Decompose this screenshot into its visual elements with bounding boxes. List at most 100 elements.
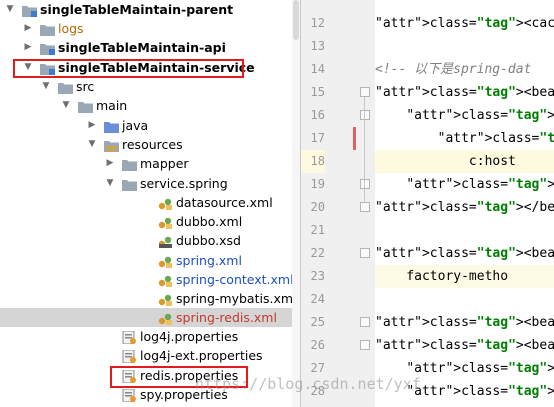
code-line[interactable]: "attr">class="tag"></bean"attr">class="t… bbox=[375, 196, 554, 219]
code-line[interactable]: factory-metho bbox=[375, 265, 554, 288]
tree-item[interactable]: log4j-ext.properties bbox=[0, 346, 300, 365]
module-folder-icon bbox=[40, 41, 55, 55]
tree-item-label: datasource.xml bbox=[176, 195, 273, 210]
tree-item[interactable]: dubbo.xsd bbox=[0, 231, 300, 250]
fold-marker-icon[interactable] bbox=[360, 317, 370, 327]
tree-item[interactable]: dubbo.xml bbox=[0, 212, 300, 231]
chevron-right-icon[interactable]: ▶ bbox=[22, 38, 34, 57]
fold-guide bbox=[364, 97, 365, 202]
tree-item[interactable]: spring.xml bbox=[0, 251, 300, 270]
code-editor[interactable]: "attr">class="tag"><cache:annotation-di <… bbox=[375, 0, 554, 407]
folder-icon bbox=[78, 99, 93, 113]
code-line[interactable]: "attr">class="tag"><bean "attr">class= bbox=[375, 127, 554, 150]
chevron-down-icon[interactable]: ▼ bbox=[60, 96, 72, 115]
watermark: https://blog.csdn.net/yxf bbox=[195, 375, 421, 393]
tree-item-label: src bbox=[76, 79, 95, 94]
properties-file-icon bbox=[122, 330, 137, 345]
tree-item[interactable]: ▶ mapper bbox=[0, 154, 300, 173]
line-number: 24 bbox=[310, 292, 325, 306]
line-number: 20 bbox=[310, 200, 325, 214]
folder-icon bbox=[40, 22, 55, 36]
xml-file-icon bbox=[158, 273, 173, 287]
code-line[interactable]: "attr">class="tag"><cache:annotation-di bbox=[375, 12, 554, 35]
tree-item[interactable]: datasource.xml bbox=[0, 193, 300, 212]
code-line[interactable]: "attr">class="tag"></constructor-ar bbox=[375, 173, 554, 196]
code-line-text: "attr">class="tag"></constructor-ar bbox=[406, 177, 554, 192]
line-number: 25 bbox=[310, 315, 325, 329]
fold-marker-icon[interactable] bbox=[360, 202, 370, 212]
chevron-right-icon[interactable]: ▶ bbox=[22, 19, 34, 38]
tree-item-label: log4j.properties bbox=[140, 329, 239, 344]
line-number: 18 bbox=[301, 150, 325, 173]
chevron-down-icon[interactable]: ▼ bbox=[86, 135, 98, 154]
code-line-text: "attr">class="tag"><bean "attr">id="redi… bbox=[375, 246, 554, 261]
tree-item[interactable]: ▶ logs bbox=[0, 19, 300, 38]
chevron-down-icon[interactable]: ▼ bbox=[104, 174, 116, 193]
code-line-text: "attr">class="tag"><property "attr">name… bbox=[406, 361, 554, 376]
code-line[interactable]: "attr">class="tag"><bean "attr">id="jedi… bbox=[375, 81, 554, 104]
chevron-right-icon[interactable]: ▶ bbox=[86, 116, 98, 135]
tree-item-label: spring-context.xml bbox=[176, 272, 294, 287]
tree-item-label: dubbo.xml bbox=[176, 214, 243, 229]
xml-file-icon bbox=[158, 311, 173, 325]
tree-scrollbar[interactable] bbox=[292, 0, 300, 407]
tree-item[interactable]: ▼ singleTableMaintain-parent bbox=[0, 0, 300, 19]
tree-item[interactable]: log4j.properties bbox=[0, 327, 300, 346]
tree-item-label: log4j-ext.properties bbox=[140, 348, 263, 363]
code-line-text: "attr">class="tag"><constructor-arg bbox=[406, 108, 554, 123]
code-line-text: "attr">class="tag"></bean"attr">class="t… bbox=[375, 200, 554, 215]
line-number: 13 bbox=[310, 39, 325, 53]
tree-item[interactable]: ▼ service.spring bbox=[0, 174, 300, 193]
xml-file-icon bbox=[158, 254, 173, 268]
fold-marker-icon[interactable] bbox=[360, 340, 370, 350]
source-folder-icon bbox=[104, 119, 119, 133]
line-number: 22 bbox=[310, 246, 325, 260]
code-line-text: "attr">class="tag"><bean "attr">id="jedi… bbox=[375, 85, 554, 100]
fold-marker-icon[interactable] bbox=[360, 110, 370, 120]
code-line[interactable]: <!-- 以下是spring-dat bbox=[375, 58, 531, 81]
highlight-box-service-module bbox=[13, 59, 244, 78]
tree-item-label: mapper bbox=[140, 156, 189, 171]
chevron-right-icon[interactable]: ▶ bbox=[104, 154, 116, 173]
line-number: 12 bbox=[310, 16, 325, 30]
code-line-text: c:host bbox=[375, 154, 516, 169]
line-number: 17 bbox=[310, 131, 325, 145]
line-number: 16 bbox=[310, 108, 325, 122]
chevron-down-icon[interactable]: ▼ bbox=[40, 77, 52, 96]
code-line-text: <!-- 以下是spring-dat bbox=[375, 62, 532, 77]
tree-item[interactable]: ▼ resources bbox=[0, 135, 300, 154]
fold-marker-icon[interactable] bbox=[360, 87, 370, 97]
xml-file-icon bbox=[158, 196, 173, 210]
tree-item-label: spring-mybatis.xml bbox=[176, 291, 297, 306]
tree-item-label: service.spring bbox=[140, 176, 228, 191]
tree-scrollbar-thumb[interactable] bbox=[293, 0, 299, 40]
tree-item-label: spring.xml bbox=[176, 253, 242, 268]
fold-marker-icon[interactable] bbox=[360, 248, 370, 258]
folder-icon bbox=[122, 157, 137, 171]
properties-file-icon bbox=[122, 349, 137, 364]
tree-item[interactable]: spring-context.xml bbox=[0, 270, 300, 289]
tree-item[interactable]: spring-mybatis.xml bbox=[0, 289, 300, 308]
code-line-text: "attr">class="tag"><bean "attr">id="redi… bbox=[375, 338, 554, 353]
chevron-down-icon[interactable]: ▼ bbox=[4, 0, 16, 19]
properties-file-icon bbox=[122, 388, 137, 403]
tree-item[interactable]: spring-redis.xml bbox=[0, 308, 300, 327]
tree-item[interactable]: ▼ main bbox=[0, 96, 300, 115]
code-line[interactable]: "attr">class="tag"><constructor-arg bbox=[375, 104, 554, 127]
tree-item[interactable]: ▼ src bbox=[0, 77, 300, 96]
code-line[interactable]: "attr">class="tag"><bean "attr">id="redi… bbox=[375, 334, 554, 357]
line-number: 23 bbox=[310, 269, 325, 283]
fold-marker-icon[interactable] bbox=[360, 179, 370, 189]
code-line-text: factory-metho bbox=[375, 269, 509, 284]
tree-item[interactable]: ▶ java bbox=[0, 116, 300, 135]
code-line[interactable]: "attr">class="tag"><bean "attr">id="redi… bbox=[375, 242, 554, 265]
code-line-text: "attr">class="tag"><cache:annotation-di bbox=[375, 16, 554, 31]
code-line[interactable]: "attr">class="tag"><bean "attr">id="stri… bbox=[375, 311, 554, 334]
folder-icon bbox=[58, 80, 73, 94]
change-marker bbox=[353, 127, 356, 150]
tree-item[interactable]: ▶ singleTableMaintain-api bbox=[0, 38, 300, 57]
line-number: 19 bbox=[310, 177, 325, 191]
resources-folder-icon bbox=[104, 138, 119, 152]
code-line[interactable]: c:host bbox=[375, 150, 554, 173]
line-number: 26 bbox=[310, 338, 325, 352]
